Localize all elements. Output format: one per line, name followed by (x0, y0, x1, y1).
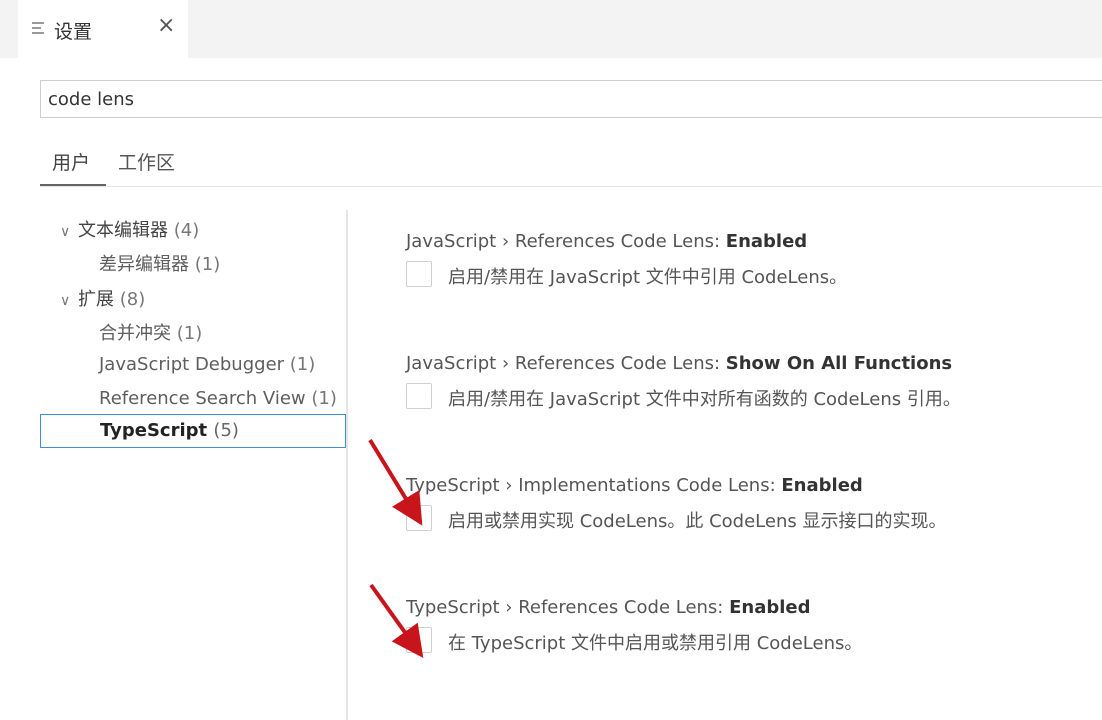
toc-item-label: Reference Search View (99, 388, 306, 409)
search-settings-box[interactable] (40, 80, 1102, 118)
toc-item-reference-search-view[interactable]: Reference Search View (1) (99, 388, 337, 409)
setting-category: TypeScript › References Code Lens: (406, 597, 730, 618)
toc-item-count: (1) (311, 388, 337, 409)
setting-category: TypeScript › Implementations Code Lens: (406, 475, 782, 496)
setting-key: Enabled (781, 475, 863, 496)
active-tab-indicator (40, 184, 106, 186)
setting-checkbox[interactable] (406, 383, 432, 409)
toc-item-label: 文本编辑器 (78, 220, 168, 241)
settings-file-icon (32, 22, 44, 34)
setting-checkbox[interactable] (406, 627, 432, 653)
toc-item-typescript[interactable]: TypeScript (5) (40, 414, 346, 448)
setting-title: JavaScript › References Code Lens: Enabl… (406, 231, 1096, 252)
toc-item-count: (4) (173, 220, 200, 241)
toc-item-label: 差异编辑器 (99, 254, 189, 275)
toc-item-count: (1) (289, 354, 316, 375)
setting-key: Show On All Functions (725, 353, 953, 374)
tab-user[interactable]: 用户 (52, 148, 90, 175)
settings-toc: ∨ 文本编辑器 (4) 差异编辑器 (1) ∨ 扩展 (8) 合并冲突 (1) Ja… (40, 208, 346, 718)
toc-item-label: TypeScript (100, 420, 208, 441)
toc-item-merge-conflict[interactable]: 合并冲突 (1) (99, 319, 202, 345)
search-input[interactable] (48, 87, 1048, 111)
toc-item-label-wrap: TypeScript (5) (100, 420, 239, 441)
toc-item-count: (8) (119, 289, 146, 310)
toc-item-text-editor[interactable]: ∨ 文本编辑器 (4) (60, 216, 199, 242)
setting-checkbox[interactable] (406, 261, 432, 287)
toc-item-javascript-debugger[interactable]: JavaScript Debugger (1) (99, 354, 315, 375)
tab-title: 设置 (54, 21, 93, 43)
setting-description: 启用/禁用在 JavaScript 文件中引用 CodeLens。 (448, 267, 848, 288)
setting-typescript-references-code-lens-enabled: TypeScript › References Code Lens: Enabl… (406, 597, 1096, 657)
setting-key: Enabled (729, 597, 811, 618)
setting-key: Enabled (725, 231, 808, 252)
setting-typescript-implementations-code-lens-enabled: TypeScript › Implementations Code Lens: … (406, 475, 1096, 535)
setting-description: 启用或禁用实现 CodeLens。此 CodeLens 显示接口的实现。 (448, 511, 947, 532)
setting-category: JavaScript › References Code Lens: (406, 353, 726, 374)
setting-javascript-references-code-lens-show-on-all-functions: JavaScript › References Code Lens: Show … (406, 353, 1096, 413)
toc-item-diff-editor[interactable]: 差异编辑器 (1) (99, 250, 220, 276)
settings-tab[interactable]: 设置 × (18, 0, 188, 58)
editor-tab-bar: 设置 × (0, 0, 1102, 58)
close-icon[interactable]: × (157, 15, 175, 37)
setting-javascript-references-code-lens-enabled: JavaScript › References Code Lens: Enabl… (406, 231, 1096, 291)
chevron-down-icon: ∨ (60, 224, 71, 240)
toc-item-count: (5) (213, 420, 239, 441)
setting-title: TypeScript › Implementations Code Lens: … (406, 475, 1096, 496)
setting-description: 启用/禁用在 JavaScript 文件中对所有函数的 CodeLens 引用。 (448, 389, 961, 410)
setting-category: JavaScript › References Code Lens: (406, 231, 726, 252)
toc-divider (346, 210, 348, 720)
setting-checkbox[interactable] (406, 505, 432, 531)
toc-item-label: 合并冲突 (99, 323, 171, 344)
toc-item-count: (1) (194, 254, 221, 275)
setting-title: JavaScript › References Code Lens: Show … (406, 353, 1096, 374)
toc-item-label: JavaScript Debugger (99, 354, 285, 375)
chevron-down-icon: ∨ (60, 293, 71, 309)
toc-item-extensions[interactable]: ∨ 扩展 (8) (60, 285, 145, 311)
tab-workspace[interactable]: 工作区 (118, 148, 175, 175)
scope-tabs: 用户 工作区 (40, 140, 1102, 187)
toc-item-label: 扩展 (78, 289, 114, 310)
setting-title: TypeScript › References Code Lens: Enabl… (406, 597, 1096, 618)
toc-item-count: (1) (176, 323, 203, 344)
setting-description: 在 TypeScript 文件中启用或禁用引用 CodeLens。 (448, 633, 863, 654)
